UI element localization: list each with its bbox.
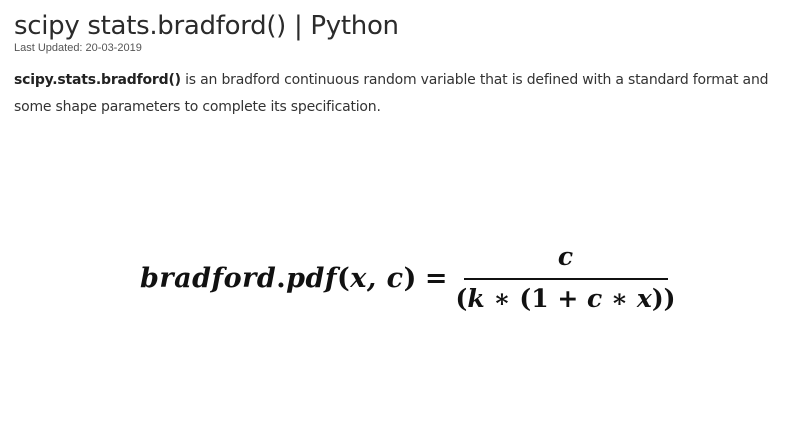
intro-paragraph: scipy.stats.bradford() is an bradford co… <box>14 67 784 121</box>
den-k: k <box>467 284 485 313</box>
den-open: ( <box>455 284 468 313</box>
function-name: scipy.stats.bradford() <box>14 72 181 88</box>
formula-denominator: (k ∗ (1 + c ∗ x)) <box>456 280 676 316</box>
den-close: )) <box>651 284 676 313</box>
formula-open-paren: ( <box>337 262 351 294</box>
den-plus: + <box>548 284 587 313</box>
formula-args: x, c <box>350 262 404 294</box>
formula-lhs: bradford.pdf(x, c) <box>140 263 417 294</box>
den-one: 1 <box>531 284 549 313</box>
formula-equals: = <box>424 262 448 294</box>
formula-method: pdf <box>286 262 337 294</box>
pdf-formula: bradford.pdf(x, c) = c (k ∗ (1 + c ∗ x)) <box>140 240 675 316</box>
formula-fraction: c (k ∗ (1 + c ∗ x)) <box>456 240 676 316</box>
formula-function-name: bradford <box>140 262 277 294</box>
formula-numerator: c <box>557 242 574 271</box>
formula-close-paren: ) <box>403 262 417 294</box>
last-updated: Last Updated: 20-03-2019 <box>14 42 142 54</box>
article: scipy stats.bradford() | Python Last Upd… <box>14 8 784 135</box>
den-x: x <box>636 284 652 313</box>
den-op2: ∗ <box>602 284 637 313</box>
formula-dot: . <box>276 262 287 294</box>
den-c: c <box>586 284 603 313</box>
page-title: scipy stats.bradford() | Python <box>14 11 399 41</box>
den-op1: ∗ ( <box>484 284 532 313</box>
